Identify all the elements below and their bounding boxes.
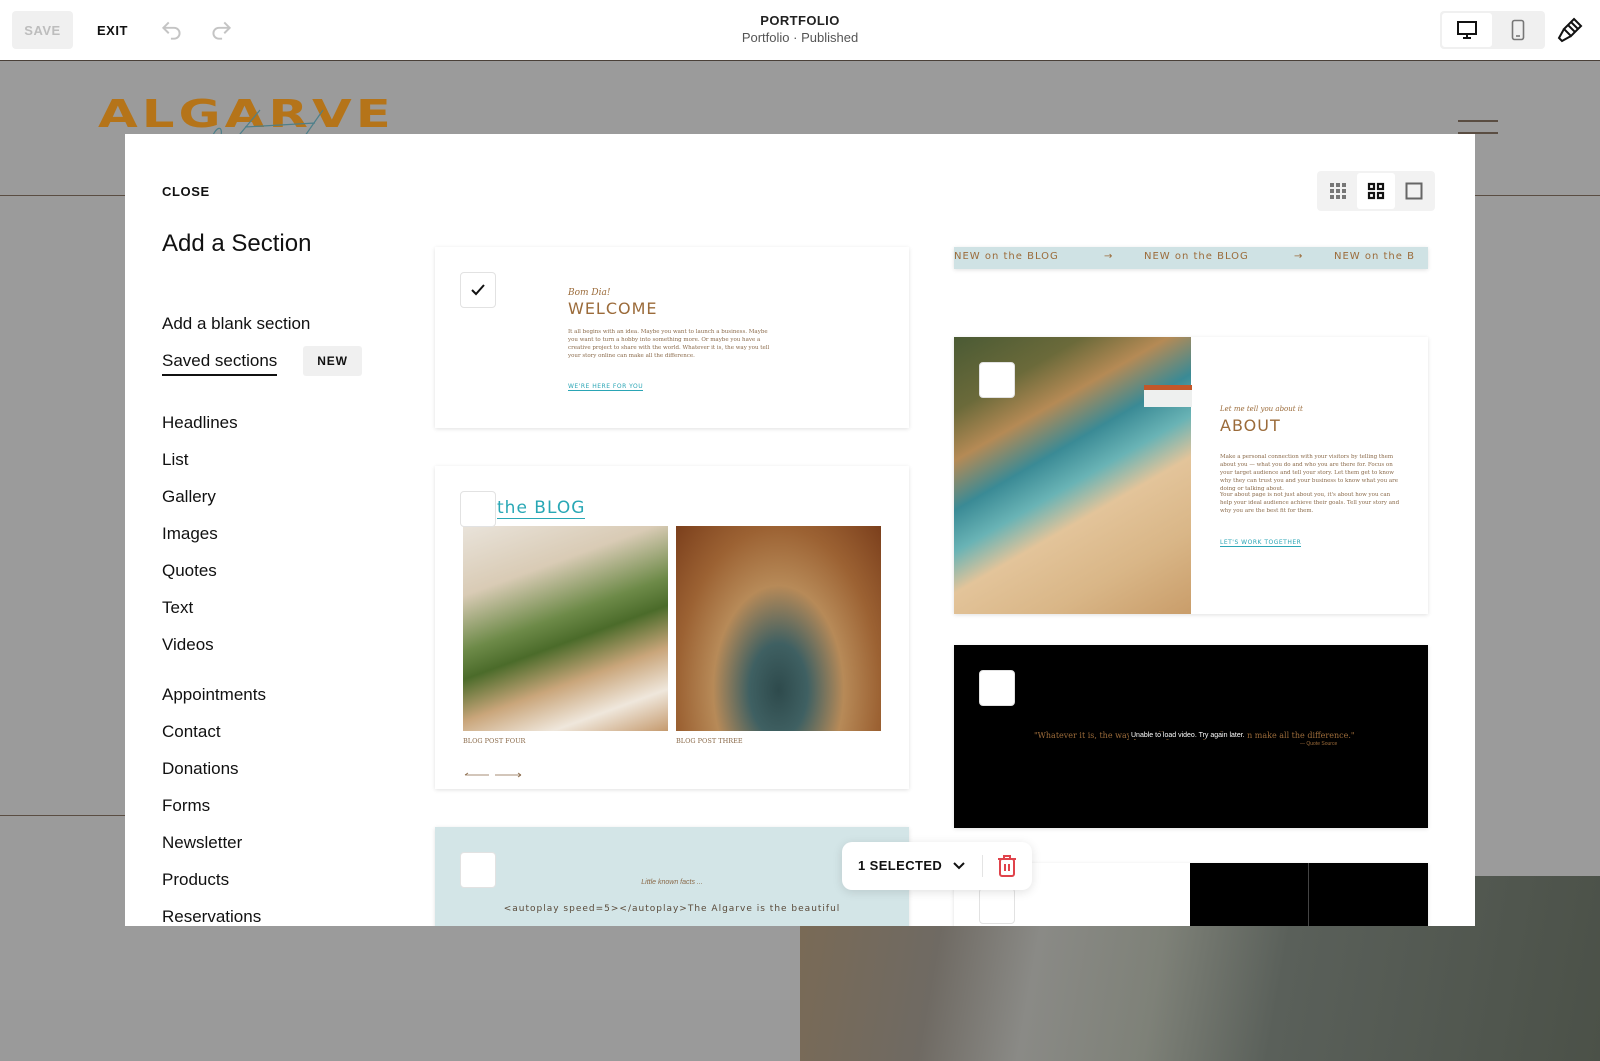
section-card-welcome[interactable]: Bom Dia! WELCOME It all begins with an i… (435, 247, 909, 428)
blog-post-caption: BLOG POST FOUR (463, 737, 526, 745)
category-forms[interactable]: Forms (162, 796, 210, 816)
selected-count[interactable]: 1 SELECTED (858, 858, 942, 873)
category-contact[interactable]: Contact (162, 722, 221, 742)
mobile-icon (1511, 19, 1525, 41)
about-body: Your about page is not just about you, i… (1220, 492, 1400, 514)
small-grid-icon (1330, 183, 1346, 199)
panel-title: Add a Section (162, 230, 312, 257)
square-icon (1405, 182, 1423, 200)
desktop-icon (1457, 21, 1477, 39)
video-thumbnail (1308, 863, 1428, 926)
close-button[interactable]: CLOSE (162, 184, 210, 199)
category-gallery[interactable]: Gallery (162, 487, 216, 507)
trash-icon[interactable] (996, 854, 1018, 878)
video-thumbnail (1190, 863, 1308, 926)
blog-heading: the BLOG (497, 498, 586, 519)
saved-sections-tab[interactable]: Saved sections (162, 351, 278, 376)
about-heading: ABOUT (1220, 416, 1281, 435)
section-checkbox[interactable] (979, 670, 1015, 706)
ticker-item: NEW on the B (1334, 251, 1415, 262)
ticker-arrow: → (1104, 251, 1114, 262)
chevron-down-icon[interactable] (950, 857, 968, 875)
grid-icon (1367, 182, 1385, 200)
desktop-view-button[interactable] (1442, 13, 1492, 47)
checkmark-icon (471, 284, 485, 296)
section-checkbox-checked[interactable] (460, 272, 496, 308)
site-divider (0, 195, 130, 196)
ticker-arrow: → (1294, 251, 1304, 262)
category-images[interactable]: Images (162, 524, 218, 544)
about-cta-link: LET'S WORK TOGETHER (1220, 539, 1302, 547)
section-card-quote-video[interactable]: "Whatever it is, the way you tell your s… (954, 645, 1428, 828)
category-videos[interactable]: Videos (162, 635, 214, 655)
category-reservations[interactable]: Reservations (162, 907, 261, 926)
about-kicker: Let me tell you about it (1220, 405, 1303, 413)
editor-toolbar: SAVE EXIT PORTFOLIO Portfolio · Publishe… (0, 0, 1600, 61)
section-card-about[interactable]: Let me tell you about it ABOUT Make a pe… (954, 337, 1428, 614)
carousel-arrows-icon (464, 772, 522, 778)
ticker-item: NEW on the BLOG (954, 251, 1059, 262)
page-title-block: PORTFOLIO Portfolio · Published (0, 13, 1600, 45)
site-divider (1475, 195, 1600, 196)
page-title: PORTFOLIO (760, 13, 840, 28)
section-checkbox[interactable] (460, 491, 496, 527)
toolbar-divider (982, 855, 983, 877)
single-view-button[interactable] (1395, 173, 1433, 209)
ticker-item: NEW on the BLOG (1144, 251, 1249, 262)
page-status: Portfolio · Published (741, 30, 859, 45)
category-text[interactable]: Text (162, 598, 193, 618)
add-blank-section-link[interactable]: Add a blank section (162, 314, 310, 334)
category-appointments[interactable]: Appointments (162, 685, 266, 705)
category-newsletter[interactable]: Newsletter (162, 833, 242, 853)
section-checkbox[interactable] (460, 852, 496, 888)
welcome-body: It all begins with an idea. Maybe you wa… (568, 329, 770, 359)
welcome-cta-link: WE'RE HERE FOR YOU (568, 383, 644, 391)
blog-post-caption: BLOG POST THREE (676, 737, 743, 745)
selection-toolbar: 1 SELECTED (842, 842, 1032, 890)
mobile-view-button[interactable] (1493, 13, 1543, 47)
small-grid-view-button[interactable] (1319, 173, 1357, 209)
category-products[interactable]: Products (162, 870, 229, 890)
new-badge: NEW (303, 346, 362, 376)
facts-body: <autoplay speed=5></autoplay>The Algarve… (503, 904, 841, 914)
category-quotes[interactable]: Quotes (162, 561, 217, 581)
quote-attribution: — Quote Source (1300, 741, 1338, 747)
device-toggle (1440, 11, 1545, 49)
add-section-modal: CLOSE Add a Section Add a blank section … (125, 134, 1475, 926)
video-error-message: Unable to load video. Try again later. (1129, 732, 1247, 739)
section-card-ticker[interactable]: NEW on the BLOG → NEW on the BLOG → NEW … (954, 247, 1428, 269)
about-photo-detail (1144, 385, 1192, 407)
medium-grid-view-button[interactable] (1357, 173, 1395, 209)
section-card-blog[interactable]: the BLOG BLOG POST FOUR BLOG POST THREE (435, 466, 909, 789)
welcome-heading: WELCOME (568, 299, 658, 318)
category-list[interactable]: List (162, 450, 188, 470)
paintbrush-icon[interactable] (1556, 16, 1584, 44)
view-mode-toggle (1317, 171, 1435, 211)
welcome-kicker: Bom Dia! (568, 288, 611, 298)
ticker-strip: NEW on the BLOG → NEW on the BLOG → NEW … (954, 251, 1428, 262)
site-divider (0, 815, 130, 816)
category-headlines[interactable]: Headlines (162, 413, 238, 433)
blog-post-image (463, 526, 668, 731)
facts-kicker: Little known facts ... (641, 879, 703, 886)
blog-post-image (676, 526, 881, 731)
category-donations[interactable]: Donations (162, 759, 239, 779)
section-card-facts[interactable]: Little known facts ... <autoplay speed=5… (435, 827, 909, 926)
section-checkbox[interactable] (979, 362, 1015, 398)
section-checkbox[interactable] (979, 888, 1015, 924)
about-body: Make a personal connection with your vis… (1220, 454, 1399, 492)
